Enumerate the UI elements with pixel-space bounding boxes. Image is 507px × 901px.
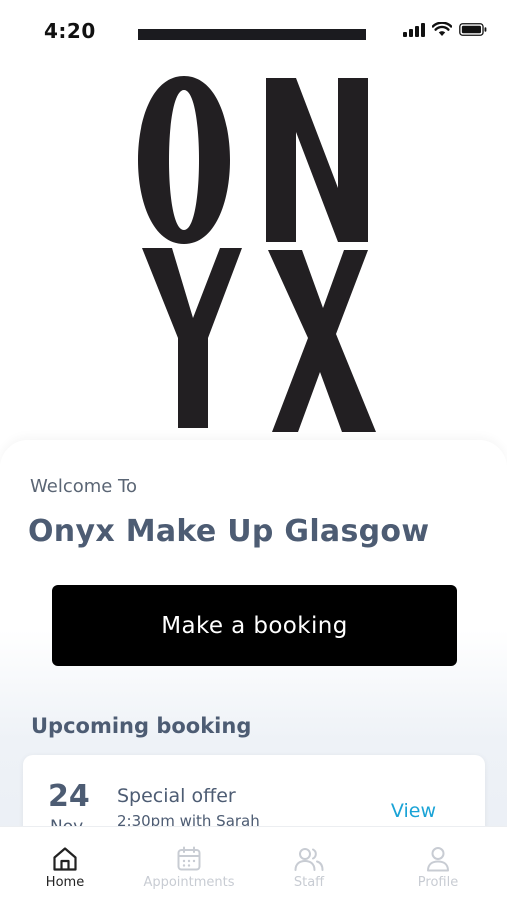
make-booking-button[interactable]: Make a booking [52, 585, 457, 666]
booking-day: 24 [48, 779, 90, 814]
calendar-icon [177, 846, 201, 871]
wifi-icon [432, 22, 452, 36]
signal-icon [403, 22, 425, 37]
status-icons [403, 22, 487, 37]
booking-title: Special offer [117, 785, 236, 807]
tab-profile[interactable]: Profile [375, 827, 501, 901]
tab-staff-label: Staff [293, 875, 325, 890]
upcoming-booking-heading: Upcoming booking [31, 714, 252, 738]
status-time: 4:20 [44, 19, 96, 43]
tab-profile-label: Profile [417, 875, 459, 890]
user-icon [427, 847, 449, 872]
header-bar [138, 29, 366, 40]
salon-name: Onyx Make Up Glasgow [28, 514, 430, 549]
home-icon [53, 847, 77, 871]
battery-icon [459, 23, 487, 36]
view-booking-link[interactable]: View [391, 800, 436, 822]
tab-home[interactable]: Home [2, 827, 128, 901]
onyx-logo [138, 76, 376, 432]
tab-home-label: Home [45, 875, 85, 890]
status-bar: 4:20 [0, 0, 507, 60]
tab-appointments[interactable]: Appointments [126, 827, 252, 901]
welcome-label: Welcome To [30, 476, 138, 497]
users-icon [294, 848, 324, 871]
bottom-tab-bar: Home Appointments Staff Profile [0, 826, 507, 901]
tab-appointments-label: Appointments [143, 875, 235, 890]
tab-staff[interactable]: Staff [246, 827, 372, 901]
